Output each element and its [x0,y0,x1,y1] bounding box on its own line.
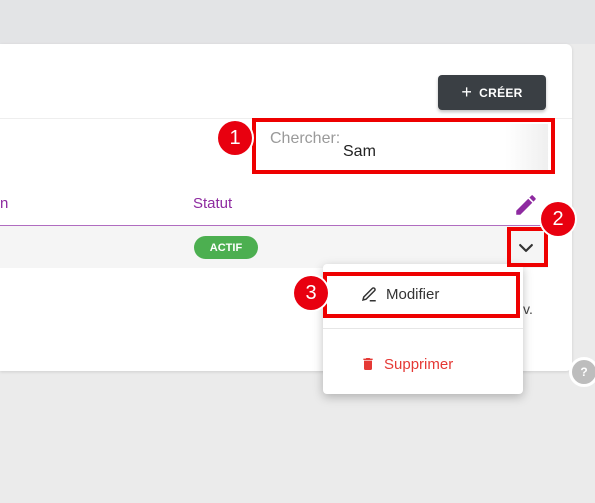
help-glyph: ? [580,365,588,379]
column-header-statut[interactable]: Statut [193,195,232,212]
plus-icon: + [461,81,473,102]
column-header-partial[interactable]: n [0,195,8,212]
menu-item-supprimer[interactable]: Supprimer [323,346,523,382]
annotation-box-chevron [507,227,548,267]
menu-item-supprimer-label: Supprimer [384,355,454,373]
annotation-number-1: 1 [218,121,252,155]
create-button[interactable]: + CRÉER [438,75,546,110]
top-bar [0,0,595,44]
table-row[interactable] [0,226,548,268]
create-button-label: CRÉER [479,85,523,100]
annotation-number-3: 3 [294,276,328,310]
menu-divider [323,328,523,329]
row-trailing-text: v. [523,301,533,317]
annotation-box-modifier [323,272,520,318]
help-question-icon[interactable]: ? [569,357,595,387]
edit-column-pencil-icon[interactable] [513,192,539,218]
status-badge: ACTIF [194,236,258,259]
annotation-number-2: 2 [541,202,575,236]
trash-icon [363,358,373,370]
annotation-box-search [252,118,555,174]
